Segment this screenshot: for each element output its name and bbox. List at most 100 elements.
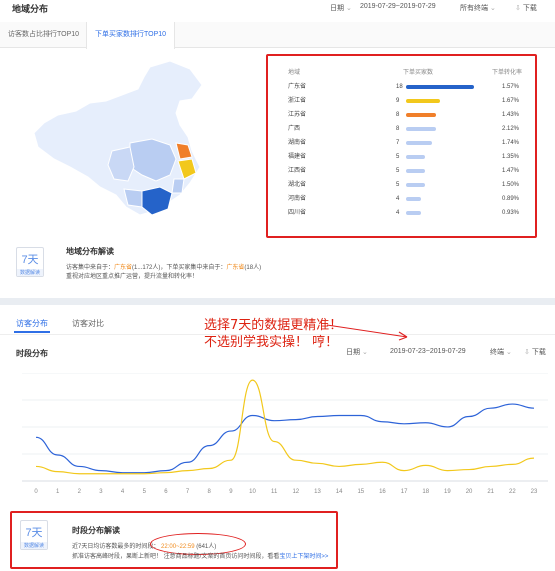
x-tick-label: 7 — [186, 489, 190, 495]
region-cell: 四川省 — [288, 210, 307, 216]
rate-cell: 2.12% — [502, 126, 520, 132]
map-region-guangdong — [141, 186, 173, 216]
highlight-region: 广东省 — [226, 265, 245, 271]
date-select[interactable]: 日期 ⌄ — [330, 3, 352, 13]
time-distribution-panel: 访客分布 访客对比 选择7天的数据更精准！ 不选别学我实操！ 哼！ 时段分布 日… — [0, 305, 555, 571]
page-title: 地域分布 — [12, 4, 49, 14]
terminal-select[interactable]: 所有终端 ⌄ — [460, 3, 496, 13]
table-row: 四川省 4 0.93% — [268, 206, 535, 220]
listing-time-link[interactable]: 宝贝上下架时间>> — [279, 554, 328, 560]
count-bar — [406, 155, 425, 159]
active-tab-underline — [14, 331, 50, 333]
section-divider — [0, 298, 555, 305]
x-tick-label: 19 — [444, 489, 451, 495]
count-cell: 9 — [396, 98, 400, 104]
rate-cell: 1.67% — [502, 98, 520, 104]
x-tick-label: 2 — [78, 489, 82, 495]
count-bar — [406, 183, 425, 187]
download-label: 下载 — [522, 5, 537, 12]
x-tick-label: 23 — [531, 489, 538, 495]
icon-number: 7天 — [25, 527, 43, 539]
download-label: 下载 — [531, 349, 546, 356]
map-region-fujian — [171, 178, 185, 194]
table-row: 湖南省 7 1.74% — [268, 136, 535, 150]
x-tick-label: 10 — [249, 489, 256, 495]
count-cell: 18 — [396, 84, 403, 90]
annotation-arrow-icon — [326, 324, 408, 341]
download-icon: ⇩ — [515, 5, 521, 12]
section-title: 时段分布 — [16, 349, 48, 358]
tab-visitor-compare[interactable]: 访客对比 — [72, 318, 104, 329]
chevron-down-icon: ⌄ — [361, 349, 368, 356]
rate-cell: 1.47% — [502, 168, 520, 174]
count-cell: 4 — [396, 196, 400, 202]
tab-bar: 访客数占比排行TOP10 下单买家数排行TOP10 — [0, 22, 555, 49]
interpret-line2: 抓准访客高峰时段，果断上新吧！ 注意商品标题/文案的首页访问时间段，看看宝贝上下… — [72, 551, 328, 560]
region-cell: 福建省 — [288, 154, 307, 160]
count-cell: 8 — [396, 126, 400, 132]
x-tick-label: 11 — [271, 489, 278, 495]
calendar-icon: 7天 数据解读 — [20, 520, 48, 550]
terminal-select[interactable]: 终端 ⌄ — [490, 347, 512, 357]
rate-cell: 1.43% — [502, 112, 520, 118]
count-cell: 5 — [396, 154, 400, 160]
tab-buyer-top10[interactable]: 下单买家数排行TOP10 — [86, 22, 176, 49]
text: (18人) — [244, 265, 262, 271]
region-distribution-panel: 地域分布 日期 ⌄ 2019-07-29~2019-07-29 所有终端 ⌄ ⇩… — [0, 0, 555, 298]
table-row: 湖北省 5 1.50% — [268, 178, 535, 192]
series-line-0 — [35, 403, 535, 474]
region-cell: 湖北省 — [288, 182, 307, 188]
china-map — [33, 60, 203, 216]
col-rate: 下单转化率 — [492, 70, 523, 76]
date-select[interactable]: 日期 ⌄ — [346, 347, 368, 357]
table-row: 广东省 18 1.57% — [268, 80, 535, 94]
chevron-down-icon: ⌄ — [345, 5, 352, 12]
count-cell: 5 — [396, 182, 400, 188]
calendar-icon: 7天 数据解读 — [16, 247, 44, 277]
x-tick-label: 20 — [466, 489, 473, 495]
x-tick-label: 8 — [208, 489, 212, 495]
date-label: 日期 — [346, 349, 360, 356]
x-tick-label: 1 — [56, 489, 60, 495]
download-icon: ⇩ — [524, 349, 530, 356]
region-cell: 广西 — [288, 126, 301, 132]
interpret-title: 地域分布解读 — [66, 247, 114, 256]
download-button[interactable]: ⇩ 下载 — [524, 347, 546, 357]
interpret-title: 时段分布解读 — [72, 526, 120, 535]
count-bar — [406, 113, 436, 117]
count-cell: 4 — [396, 210, 400, 216]
download-button[interactable]: ⇩ 下载 — [515, 3, 537, 13]
table-row: 浙江省 9 1.67% — [268, 94, 535, 108]
table-row: 福建省 5 1.35% — [268, 150, 535, 164]
col-buyers: 下单买家数 — [403, 70, 434, 76]
region-cell: 浙江省 — [288, 98, 307, 104]
region-cell: 广东省 — [288, 84, 307, 90]
text: 抓准访客高峰时段，果断上新吧！ 注意商品标题/文案的首页访问时间段，看看 — [72, 554, 280, 560]
count-cell: 7 — [396, 140, 400, 146]
tab-visitor-top10[interactable]: 访客数占比排行TOP10 — [0, 22, 87, 48]
table-row: 河南省 4 0.89% — [268, 192, 535, 206]
x-tick-label: 13 — [314, 489, 321, 495]
region-cell: 江苏省 — [288, 112, 307, 118]
x-tick-label: 14 — [336, 489, 343, 495]
x-tick-label: 5 — [143, 489, 147, 495]
chevron-down-icon: ⌄ — [489, 5, 496, 12]
x-tick-label: 21 — [487, 489, 494, 495]
icon-subtitle: 数据解读 — [21, 542, 47, 549]
col-region: 地域 — [288, 70, 301, 76]
count-bar — [406, 99, 440, 103]
rate-cell: 0.89% — [502, 196, 520, 202]
buyer-rank-table: 地域 下单买家数 下单转化率 广东省 18 1.57% 浙江省 9 1.67% 江苏省 8 1.… — [266, 54, 537, 238]
date-range[interactable]: 2019-07-23~2019-07-29 — [390, 348, 466, 355]
rate-cell: 1.50% — [502, 182, 520, 188]
count-bar — [406, 211, 421, 215]
count-cell: 5 — [396, 168, 400, 174]
date-range[interactable]: 2019-07-29~2019-07-29 — [360, 3, 436, 10]
x-tick-label: 6 — [164, 489, 168, 495]
tab-visitor-dist[interactable]: 访客分布 — [16, 318, 48, 329]
chevron-down-icon: ⌄ — [505, 349, 512, 356]
region-cell: 江西省 — [288, 168, 307, 174]
table-row: 江苏省 8 1.43% — [268, 108, 535, 122]
date-label: 日期 — [330, 5, 344, 12]
count-bar — [406, 127, 436, 131]
